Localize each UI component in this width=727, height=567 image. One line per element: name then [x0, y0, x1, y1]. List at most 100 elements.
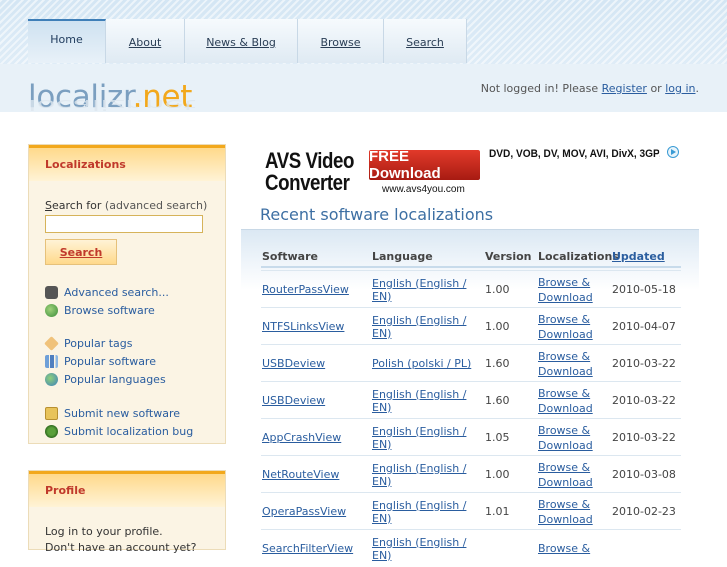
download-link-line2: Download	[538, 327, 593, 341]
col-version: Version	[484, 246, 537, 268]
table-header: Software Language Version Localizations …	[261, 246, 681, 268]
language-link[interactable]: English (English / EN)	[371, 530, 484, 567]
binoculars-icon	[45, 285, 58, 299]
ad-download-button[interactable]: FREE Download	[369, 148, 480, 182]
profile-text-2: Don't have an account yet?	[45, 541, 197, 554]
profile-box: Profile	[28, 470, 226, 550]
sidebar-item-label: Browse software	[64, 303, 155, 317]
sidebar-links-group1: Advanced search... Browse software	[45, 283, 169, 319]
profile-title: Profile	[29, 471, 225, 507]
sidebar-item-submit-bug[interactable]: Submit localization bug	[45, 422, 193, 440]
language-link[interactable]: English (English / EN)	[371, 382, 484, 419]
download-link[interactable]: Browse & Download	[537, 419, 611, 456]
tab-home[interactable]: Home	[28, 19, 106, 63]
language-link[interactable]: English (English / EN)	[371, 271, 484, 308]
register-link[interactable]: Register	[602, 82, 647, 95]
software-link[interactable]: SearchFilterView	[261, 530, 371, 567]
language-link[interactable]: English (English / EN)	[371, 419, 484, 456]
sidebar-item-popular-tags[interactable]: Popular tags	[44, 334, 166, 352]
download-link-line1: Browse &	[538, 460, 591, 474]
download-link-line2: Download	[538, 475, 593, 489]
search-button[interactable]: Search	[45, 239, 117, 265]
download-link-line1: Browse &	[538, 349, 591, 363]
updated-cell: 2010-03-08	[612, 468, 676, 481]
download-link[interactable]: Browse &	[537, 530, 611, 567]
table-row: RouterPassView English (English / EN) 1.…	[261, 270, 681, 308]
login-prefix: Not logged in! Please	[480, 82, 599, 95]
version-cell: 1.00	[485, 283, 510, 296]
download-link[interactable]: Browse & Download	[537, 456, 611, 493]
ad-formats: DVD, VOB, DV, MOV, AVI, DivX, 3GP, MPEG	[489, 148, 660, 160]
table-row: AppCrashView English (English / EN) 1.05…	[261, 418, 681, 456]
sidebar-item-popular-software[interactable]: Popular software	[45, 352, 166, 370]
tab-search[interactable]: Search	[384, 19, 467, 63]
advertisement-banner[interactable]: AVS Video Converter FREE Download www.av…	[262, 146, 682, 198]
language-link[interactable]: English (English / EN)	[371, 493, 484, 530]
version-cell: 1.60	[485, 357, 510, 370]
updated-cell: 2010-05-18	[612, 283, 676, 296]
globe-browse-icon	[45, 303, 58, 317]
ad-site: www.avs4you.com	[382, 184, 465, 195]
sidebar-item-submit-software[interactable]: Submit new software	[45, 404, 193, 422]
download-link-line2: Download	[538, 401, 593, 415]
bug-icon	[45, 424, 58, 438]
software-link[interactable]: NetRouteView	[261, 456, 371, 493]
download-link[interactable]: Browse & Download	[537, 382, 611, 419]
version-cell: 1.05	[485, 431, 510, 444]
advanced-search-hint[interactable]: (advanced search)	[105, 199, 207, 212]
col-language: Language	[371, 246, 484, 268]
login-or: or	[650, 82, 662, 95]
tab-browse[interactable]: Browse	[298, 19, 384, 63]
download-link[interactable]: Browse & Download	[537, 493, 611, 530]
language-link[interactable]: English (English / EN)	[371, 456, 484, 493]
profile-text: Log in to your profile.	[45, 525, 163, 538]
download-link[interactable]: Browse & Download	[537, 345, 611, 382]
sidebar-links-group2: Popular tags Popular software Popular la…	[44, 334, 166, 388]
version-cell: 1.60	[485, 394, 510, 407]
logo-reflection: localizr.net	[28, 96, 196, 113]
tab-news-blog[interactable]: News & Blog	[185, 19, 298, 63]
main-nav: Home About News & Blog Browse Search	[28, 19, 467, 64]
download-link[interactable]: Browse & Download	[537, 308, 611, 345]
col-updated[interactable]: Updated	[611, 246, 681, 268]
globe-icon	[45, 372, 58, 386]
sidebar-item-label: Submit localization bug	[64, 424, 194, 438]
sidebar-item-label: Popular languages	[64, 372, 166, 386]
version-cell: 1.01	[485, 505, 510, 518]
software-link[interactable]: OperaPassView	[261, 493, 371, 530]
language-link[interactable]: Polish (polski / PL)	[371, 345, 484, 382]
tag-icon	[44, 335, 59, 351]
sidebar-item-popular-languages[interactable]: Popular languages	[45, 370, 166, 388]
download-link-line1: Browse &	[538, 275, 591, 289]
col-software: Software	[261, 246, 371, 268]
localizations-title: Localizations	[29, 145, 225, 181]
updated-cell: 2010-04-07	[612, 320, 676, 333]
search-label-underlined: S	[45, 199, 52, 212]
search-label-text: earch for	[51, 199, 102, 212]
software-link[interactable]: USBDeview	[261, 382, 371, 419]
download-link-line1: Browse &	[538, 312, 591, 326]
ad-title-line2: Converter	[265, 170, 350, 195]
tab-about[interactable]: About	[106, 19, 185, 63]
download-link-line1: Browse &	[538, 542, 591, 555]
localizations-table: Software Language Version Localizations …	[241, 229, 699, 562]
updated-cell	[611, 530, 681, 567]
sidebar-item-browse-software[interactable]: Browse software	[45, 301, 169, 319]
section-title: Recent software localizations	[260, 205, 494, 224]
ad-choices-icon[interactable]	[667, 146, 679, 158]
version-cell: 1.00	[485, 468, 510, 481]
updated-cell: 2010-03-22	[612, 431, 676, 444]
software-link[interactable]: AppCrashView	[261, 419, 371, 456]
language-link[interactable]: English (English / EN)	[371, 308, 484, 345]
download-link-line2: Download	[538, 512, 593, 526]
software-link[interactable]: RouterPassView	[261, 271, 371, 308]
sidebar-item-advanced-search[interactable]: Advanced search...	[45, 283, 169, 301]
login-link[interactable]: log in	[665, 82, 695, 95]
table-row: NetRouteView English (English / EN) 1.00…	[261, 455, 681, 493]
download-link[interactable]: Browse & Download	[537, 271, 611, 308]
software-link[interactable]: USBDeview	[261, 345, 371, 382]
software-link[interactable]: NTFSLinksView	[261, 308, 371, 345]
download-link-line2: Download	[538, 364, 593, 378]
search-input[interactable]	[45, 215, 203, 233]
table-row: SearchFilterView English (English / EN) …	[261, 529, 681, 567]
